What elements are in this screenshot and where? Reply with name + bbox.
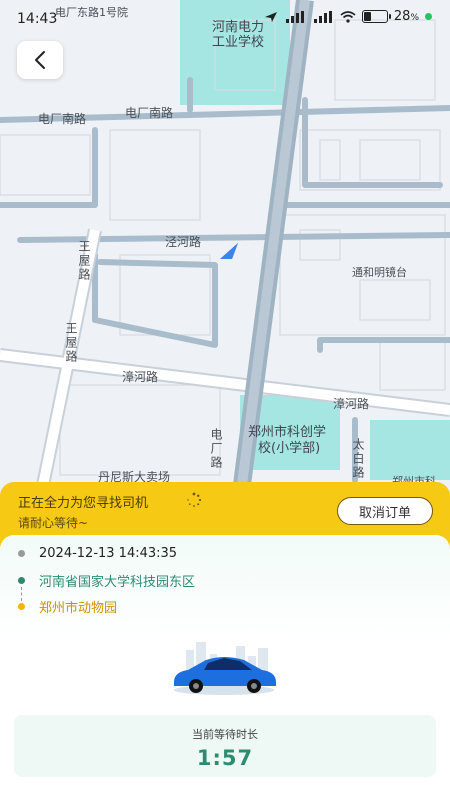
back-button[interactable] [17,41,63,79]
time-dot [18,550,25,557]
chevron-left-icon [35,51,45,69]
car-illustration [166,632,284,702]
wait-time-value: 1:57 [196,746,254,770]
map-label: 王屋路 [64,322,78,364]
status-subtitle: 请耐心等待~ [18,516,89,530]
signal-icon [313,10,332,23]
map-label: 太白路 [351,438,365,480]
wifi-icon [340,10,356,23]
status-bar: 14:43 28% [0,0,450,34]
order-datetime: 2024-12-13 14:43:35 [39,546,178,561]
pickup-address: 河南省国家大学科技园东区 [39,575,196,590]
battery-icon [361,10,391,23]
map-label: 漳河路 [333,397,370,411]
location-icon [264,11,277,22]
pickup-row: 河南省国家大学科技园东区 [18,571,195,590]
battery-percent: 28 [393,9,411,24]
map-label: 王屋路 [77,240,91,282]
status-time: 14:43 [17,11,58,27]
map-label: 电厂南路 [125,106,174,120]
map-label: 电厂路 [209,428,223,470]
signal-icon [285,10,304,23]
order-card: 2024-12-13 14:43:35 河南省国家大学科技园东区 郑州市动物园 … [0,535,450,800]
map-label: 漳河路 [122,370,159,384]
destination-row: 郑州市动物园 [18,597,117,616]
status-dot [425,13,432,20]
battery-unit: % [410,13,419,23]
destination-address: 郑州市动物园 [39,601,118,616]
wait-time-label: 当前等待时长 [192,728,258,741]
status-title: 正在全力为您寻找司机 [18,496,149,511]
map-label: 泾河路 [165,235,202,249]
pickup-dot [18,577,25,584]
map-label: 电厂南路 [38,112,87,126]
order-datetime-row: 2024-12-13 14:43:35 [18,546,177,561]
cancel-order-button[interactable]: 取消订单 [337,497,433,525]
map-label: 校(小学部) [258,441,321,456]
wait-time-box: 当前等待时长 1:57 [14,715,436,777]
current-location-icon [220,243,238,259]
destination-dot [18,603,25,610]
loading-spinner-icon [187,492,202,507]
map-label: 通和明镜台 [352,266,407,279]
